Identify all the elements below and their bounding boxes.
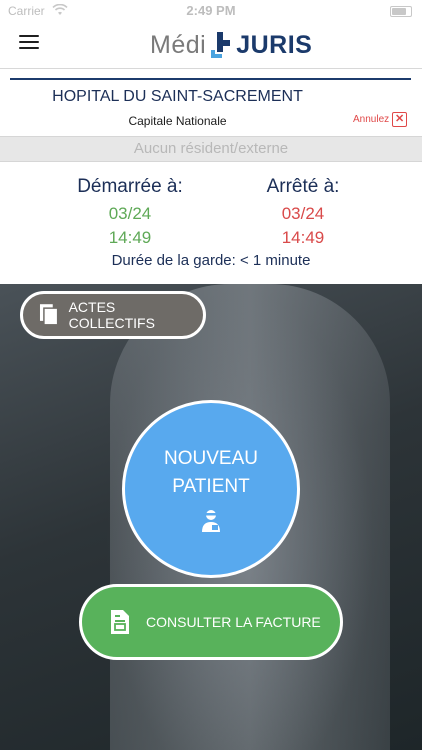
status-bar: Carrier 2:49 PM — [0, 0, 422, 22]
view-invoice-button[interactable]: CONSULTER LA FACTURE — [79, 584, 343, 660]
stop-label: Arrêté à: — [266, 176, 340, 197]
new-patient-label: NOUVEAU PATIENT — [164, 448, 258, 497]
close-icon[interactable]: ✕ — [392, 112, 408, 127]
stop-column: Arrêté à: 03/24 14:49 — [208, 176, 398, 248]
app-logo: Médi JURIS — [150, 28, 312, 62]
new-patient-button[interactable]: NOUVEAU PATIENT — [122, 400, 300, 578]
resident-placeholder: Aucun résident/externe — [133, 140, 289, 157]
hospital-region: Capitale Nationale — [128, 114, 227, 128]
collective-acts-label: ACTES COLLECTIFS — [68, 299, 155, 331]
header-divider — [10, 78, 411, 80]
view-invoice-label: CONSULTER LA FACTURE — [146, 614, 321, 630]
battery-icon — [390, 6, 412, 17]
documents-icon — [39, 304, 59, 326]
nav-bar: Médi JURIS — [0, 22, 422, 69]
collective-acts-button[interactable]: ACTES COLLECTIFS — [20, 291, 206, 339]
cancel-label: Annulez — [353, 114, 390, 125]
stop-time: 14:49 — [281, 228, 325, 247]
stop-date: 03/24 — [281, 204, 325, 223]
hamburger-icon[interactable] — [19, 35, 39, 51]
cancel-button[interactable]: Annulez ✕ — [353, 112, 408, 127]
invoice-icon — [111, 610, 129, 634]
start-label: Démarrée à: — [77, 176, 183, 197]
start-time: 14:49 — [108, 228, 152, 247]
start-column: Démarrée à: 03/24 14:49 — [35, 176, 225, 248]
status-time: 2:49 PM — [186, 3, 236, 18]
start-date: 03/24 — [108, 204, 152, 223]
medical-cross-icon — [211, 32, 231, 58]
patient-icon — [202, 510, 220, 532]
logo-text-medi: Médi — [150, 30, 207, 59]
hospital-name: HOPITAL DU SAINT-SACREMENT — [52, 88, 303, 105]
shift-duration: Durée de la garde: < 1 minute — [111, 252, 311, 269]
logo-text-juris: JURIS — [236, 30, 313, 59]
